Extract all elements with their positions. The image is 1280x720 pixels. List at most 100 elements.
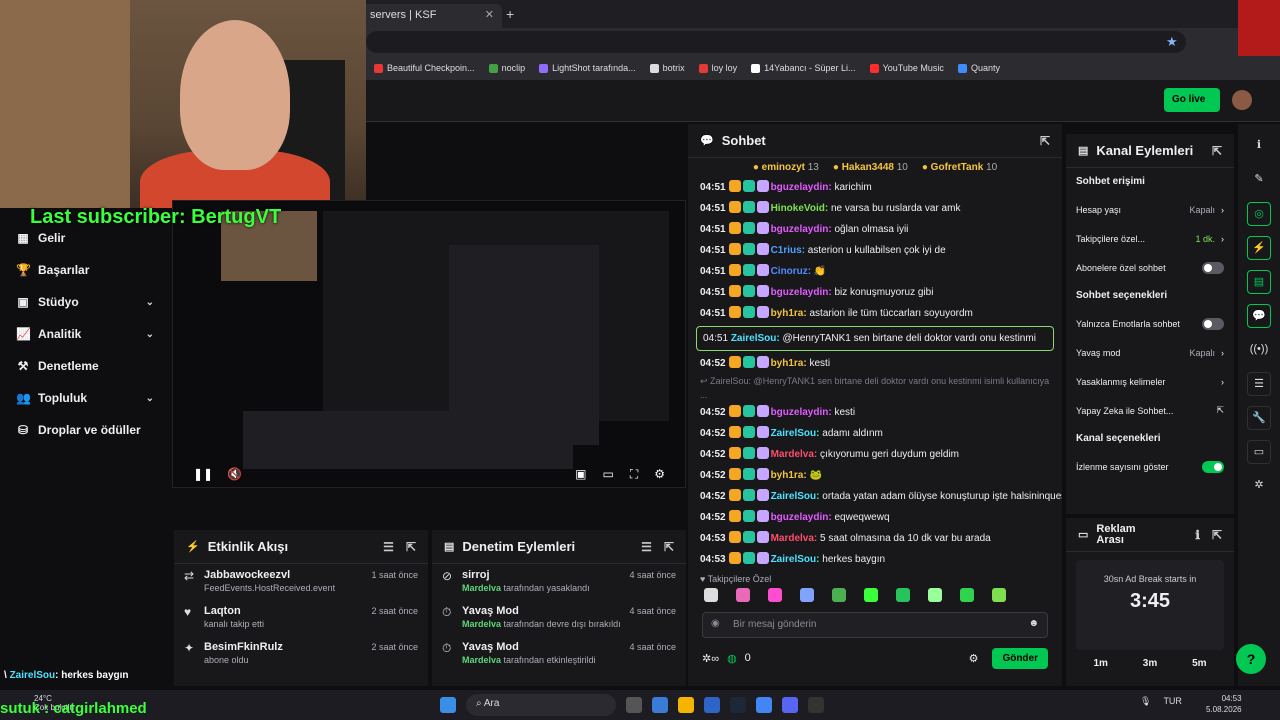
action-row[interactable]: Yapay Zeka ile Sohbet... ⇱ <box>1066 396 1234 425</box>
discord-icon[interactable] <box>782 697 798 713</box>
obs-icon[interactable] <box>808 697 824 713</box>
emote-icon[interactable] <box>800 588 814 602</box>
popout-icon[interactable]: ⇱ <box>1212 528 1222 542</box>
go-live-button[interactable]: Go live <box>1164 88 1220 112</box>
chat-input[interactable]: ◉ Bir mesaj gönderin ☻ <box>702 612 1048 638</box>
message-username[interactable]: bguzelaydin: <box>771 287 832 298</box>
file-explorer-icon[interactable] <box>678 697 694 713</box>
language-indicator[interactable]: TUR <box>1163 696 1182 707</box>
reply-preview[interactable]: ↩ ZairelSou: @HenryTANK1 sen birtane del… <box>688 374 1062 402</box>
sidebar-item-topluluk[interactable]: 👥 Topluluk ⌄ <box>0 382 172 414</box>
chat-message[interactable]: 04:52 byh1ra: 🐸 <box>688 465 1062 486</box>
emote-icon[interactable] <box>896 588 910 602</box>
list-item[interactable]: ⏱ Yavaş Mod Mardelva tarafından etkinleşti… <box>432 636 686 672</box>
taskbar-search[interactable]: ⌕ Ara <box>466 694 616 716</box>
windows-start-icon[interactable] <box>440 697 456 713</box>
filter-icon[interactable]: ☰ <box>641 540 652 554</box>
chat-message[interactable]: 04:53 Mardelva: 5 saat olmasına da 10 dk … <box>688 528 1062 549</box>
stream-preview[interactable]: ❚❚ 🔇 ▣ ▭ ⛶ ⚙ <box>172 200 686 488</box>
help-button[interactable]: ? <box>1236 644 1266 674</box>
moderator-name[interactable]: Mardelva <box>462 619 501 629</box>
list-item[interactable]: ⏱ Yavaş Mod Mardelva tarafından devre dışı… <box>432 600 686 636</box>
chevron-down-icon[interactable]: ⌄ <box>146 329 154 340</box>
message-username[interactable]: byh1ra: <box>771 470 807 481</box>
avatar[interactable] <box>1232 90 1252 110</box>
bookmark-item[interactable]: Quanty <box>957 60 1000 76</box>
action-row[interactable]: Yalnızca Emotlarla sohbet <box>1066 309 1234 338</box>
document-icon[interactable]: ▤ <box>1247 270 1271 294</box>
chrome-icon[interactable] <box>756 697 772 713</box>
message-username[interactable]: bguzelaydin: <box>771 182 832 193</box>
message-username[interactable]: ZairelSou: <box>771 428 820 439</box>
sidebar-item-stüdyo[interactable]: ▣ Stüdyo ⌄ <box>0 286 172 318</box>
info-icon[interactable]: ℹ <box>1247 134 1271 158</box>
window-icon[interactable]: ▭ <box>1247 440 1271 464</box>
bookmark-item[interactable]: YouTube Music <box>869 60 944 76</box>
chat-message[interactable]: 04:52 ZairelSou: ortada yatan adam ölüyse… <box>688 486 1062 507</box>
emote-icon[interactable] <box>992 588 1006 602</box>
message-username[interactable]: ZairelSou: <box>731 333 780 344</box>
ad-duration-button[interactable]: 5m <box>1192 658 1206 669</box>
emote-icon[interactable] <box>736 588 750 602</box>
sidebar-item-analitik[interactable]: 📈 Analitik ⌄ <box>0 318 172 350</box>
chat-message[interactable]: 04:51 bguzelaydin: karichim <box>688 177 1062 198</box>
points-icon[interactable]: ◍ <box>727 652 737 665</box>
chevron-down-icon[interactable]: ⌄ <box>146 297 154 308</box>
chat-message[interactable]: 04:53 ZairelSou: herkes baygın <box>688 549 1062 570</box>
sidebar-item-denetleme[interactable]: ⚒ Denetleme <box>0 350 172 382</box>
clip-icon[interactable]: ▣ <box>575 467 586 485</box>
info-icon[interactable]: ℹ <box>1195 528 1200 542</box>
chevron-down-icon[interactable]: ⌄ <box>146 393 154 404</box>
mod-tools-icon[interactable]: ✲∞ <box>702 652 719 665</box>
chat-message[interactable]: 04:51 HinokeVoid: ne varsa bu ruslarda va… <box>688 198 1062 219</box>
chat-message[interactable]: 04:51 bguzelaydin: oğlan olmasa iyii <box>688 219 1062 240</box>
mic-icon[interactable]: 🎙 <box>1140 696 1151 707</box>
pause-icon[interactable]: ❚❚ <box>193 467 213 485</box>
chat-message[interactable]: 04:52 Mardelva: çıkıyorumu geri duydum ge… <box>688 444 1062 465</box>
chat-message[interactable]: 04:51 Cinoruz: 👏 <box>688 261 1062 282</box>
message-username[interactable]: C1rius: <box>771 245 805 256</box>
emote-icon[interactable] <box>864 588 878 602</box>
chat-message[interactable]: 04:52 ZairelSou: adamı aldınm <box>688 423 1062 444</box>
bookmark-item[interactable]: loy loy <box>698 60 737 76</box>
broadcast-icon[interactable]: ((•)) <box>1247 338 1271 362</box>
extensions-icon[interactable]: ✲ <box>1247 474 1271 498</box>
pencil-icon[interactable]: ✎ <box>1247 168 1271 192</box>
ad-duration-button[interactable]: 1m <box>1093 658 1107 669</box>
message-username[interactable]: bguzelaydin: <box>771 407 832 418</box>
message-username[interactable]: Mardelva: <box>771 533 818 544</box>
toggle-switch[interactable] <box>1202 317 1224 330</box>
settings-icon[interactable]: ⚙ <box>654 467 665 485</box>
chat-message[interactable]: 04:51 bguzelaydin: biz konuşmuyoruz gibi <box>688 282 1062 303</box>
target-icon[interactable]: ◎ <box>1247 202 1271 226</box>
bookmark-star-icon[interactable]: ★ <box>1166 34 1178 50</box>
popout-icon[interactable]: ⇱ <box>1040 134 1050 148</box>
message-username[interactable]: HinokeVoid: <box>771 203 829 214</box>
edge-icon[interactable] <box>704 697 720 713</box>
ad-duration-button[interactable]: 3m <box>1143 658 1157 669</box>
message-username[interactable]: ZairelSou: <box>771 491 820 502</box>
task-view-icon[interactable] <box>626 697 642 713</box>
bookmark-item[interactable]: noclip <box>488 60 525 76</box>
clock[interactable]: 04:53 5.08.2026 <box>1206 693 1242 715</box>
emoji-icon[interactable]: ☻ <box>1028 618 1039 629</box>
browser-tab[interactable]: servers | KSF ✕ <box>362 4 502 28</box>
action-row[interactable]: Abonelere özel sohbet <box>1066 253 1234 282</box>
fullscreen-icon[interactable]: ⛶ <box>630 467 638 485</box>
chat-message[interactable]: 04:52 bguzelaydin: kesti <box>688 402 1062 423</box>
list-item[interactable]: ⊘ sirroj Mardelva tarafından yasaklandı 4 s… <box>432 564 686 600</box>
shield-icon[interactable]: ◉ <box>711 618 720 629</box>
toggle-switch[interactable] <box>1202 261 1224 274</box>
sidebar-item-droplar-ve-ödüller[interactable]: ⛁ Droplar ve ödüller <box>0 414 172 446</box>
chat-message[interactable]: 04:51 C1rius: asterion u kullabilsen çok … <box>688 240 1062 261</box>
chat-message[interactable]: 04:52 byh1ra: kesti <box>688 353 1062 374</box>
filter-icon[interactable]: ☰ <box>383 540 394 554</box>
highlighted-message[interactable]: 04:51 ZairelSou: @HenryTANK1 sen birtane… <box>696 326 1054 351</box>
bookmark-item[interactable]: 14Yabancı - Süper Li... <box>751 60 856 76</box>
address-field[interactable] <box>366 31 1186 53</box>
popout-icon[interactable]: ⇱ <box>664 540 674 554</box>
chat-message[interactable]: 04:51 byh1ra: astarion ile tüm tüccarları… <box>688 303 1062 324</box>
chat-icon[interactable]: 💬 <box>1247 304 1271 328</box>
list-item[interactable]: ⇄ Jabbawockeezvl FeedEvents.HostReceived.e… <box>174 564 428 600</box>
message-username[interactable]: byh1ra: <box>771 308 807 319</box>
